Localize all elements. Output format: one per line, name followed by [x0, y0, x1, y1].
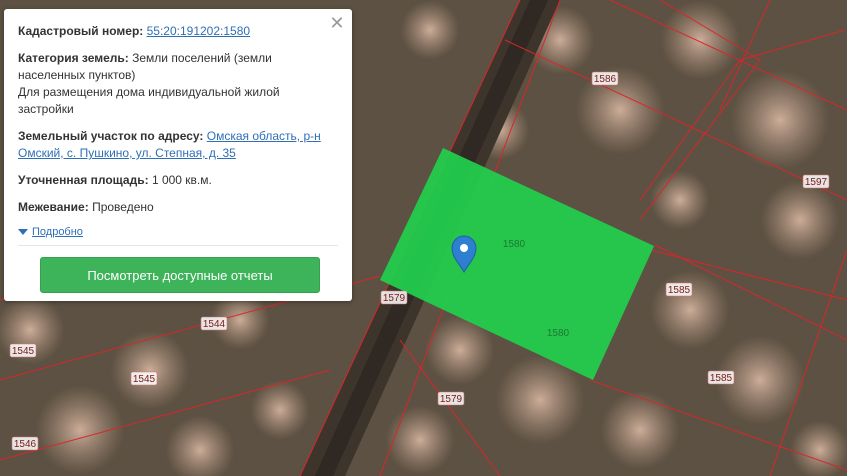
area-row: Уточненная площадь: 1 000 кв.м.	[18, 172, 338, 189]
parcel-info-card: ✕ Кадастровый номер: 55:20:191202:1580 К…	[4, 9, 352, 301]
parcel-label-1546: 1546	[11, 436, 39, 451]
land-category-value-line2: населенных пунктов)	[18, 68, 136, 82]
parcel-label-1580-a: 1580	[503, 239, 526, 250]
parcel-label-1597: 1597	[802, 174, 830, 189]
land-category-label: Категория земель:	[18, 51, 129, 65]
svg-text:1597: 1597	[805, 177, 828, 188]
details-link[interactable]: Подробно	[32, 226, 83, 238]
svg-text:1579: 1579	[440, 394, 463, 405]
svg-text:1546: 1546	[14, 439, 37, 450]
address-label: Земельный участок по адресу:	[18, 129, 204, 143]
svg-text:1580: 1580	[503, 239, 526, 250]
svg-text:1580: 1580	[547, 328, 570, 339]
triangle-down-icon	[18, 229, 28, 235]
parcel-label-1545-b: 1545	[130, 371, 158, 386]
cadastral-number-label: Кадастровый номер:	[18, 24, 144, 38]
divider	[18, 245, 338, 246]
area-value: 1 000 кв.м.	[151, 173, 212, 187]
cadastral-number-link[interactable]: 55:20:191202:1580	[147, 24, 250, 38]
land-use-line2: застройки	[18, 102, 74, 116]
svg-text:1545: 1545	[133, 374, 156, 385]
parcel-label-1585-a: 1585	[665, 282, 693, 297]
svg-text:1579: 1579	[383, 293, 406, 304]
survey-row: Межевание: Проведено	[18, 199, 338, 216]
parcel-label-1544: 1544	[200, 316, 228, 331]
parcel-label-1545-a: 1545	[9, 343, 37, 358]
parcel-label-1586: 1586	[591, 71, 619, 86]
svg-text:1585: 1585	[668, 285, 691, 296]
svg-text:1545: 1545	[12, 346, 35, 357]
parcel-label-1585-b: 1585	[707, 370, 735, 385]
address-row: Земельный участок по адресу: Омская обла…	[18, 128, 338, 162]
land-category-row: Категория земель: Земли поселений (земли…	[18, 50, 338, 118]
area-label: Уточненная площадь:	[18, 173, 149, 187]
svg-text:1586: 1586	[594, 74, 617, 85]
close-icon[interactable]: ✕	[329, 14, 345, 32]
land-category-value-line1: Земли поселений (земли	[132, 51, 272, 65]
parcel-label-1579-a: 1579	[380, 290, 408, 305]
survey-value: Проведено	[92, 200, 154, 214]
parcel-label-1579-b: 1579	[437, 391, 465, 406]
address-link-line2[interactable]: Омский, с. Пушкино, ул. Степная, д. 35	[18, 146, 236, 160]
survey-label: Межевание:	[18, 200, 89, 214]
cadastral-number-row: Кадастровый номер: 55:20:191202:1580	[18, 23, 338, 40]
parcel-label-1580-b: 1580	[547, 328, 570, 339]
address-link-line1[interactable]: Омская область, р-н	[207, 129, 321, 143]
view-reports-button[interactable]: Посмотреть доступные отчеты	[40, 257, 320, 293]
land-use-line1: Для размещения дома индивидуальной жилой	[18, 85, 280, 99]
svg-text:1585: 1585	[710, 373, 733, 384]
svg-text:1544: 1544	[203, 319, 226, 330]
details-toggle[interactable]: Подробно	[18, 226, 338, 238]
